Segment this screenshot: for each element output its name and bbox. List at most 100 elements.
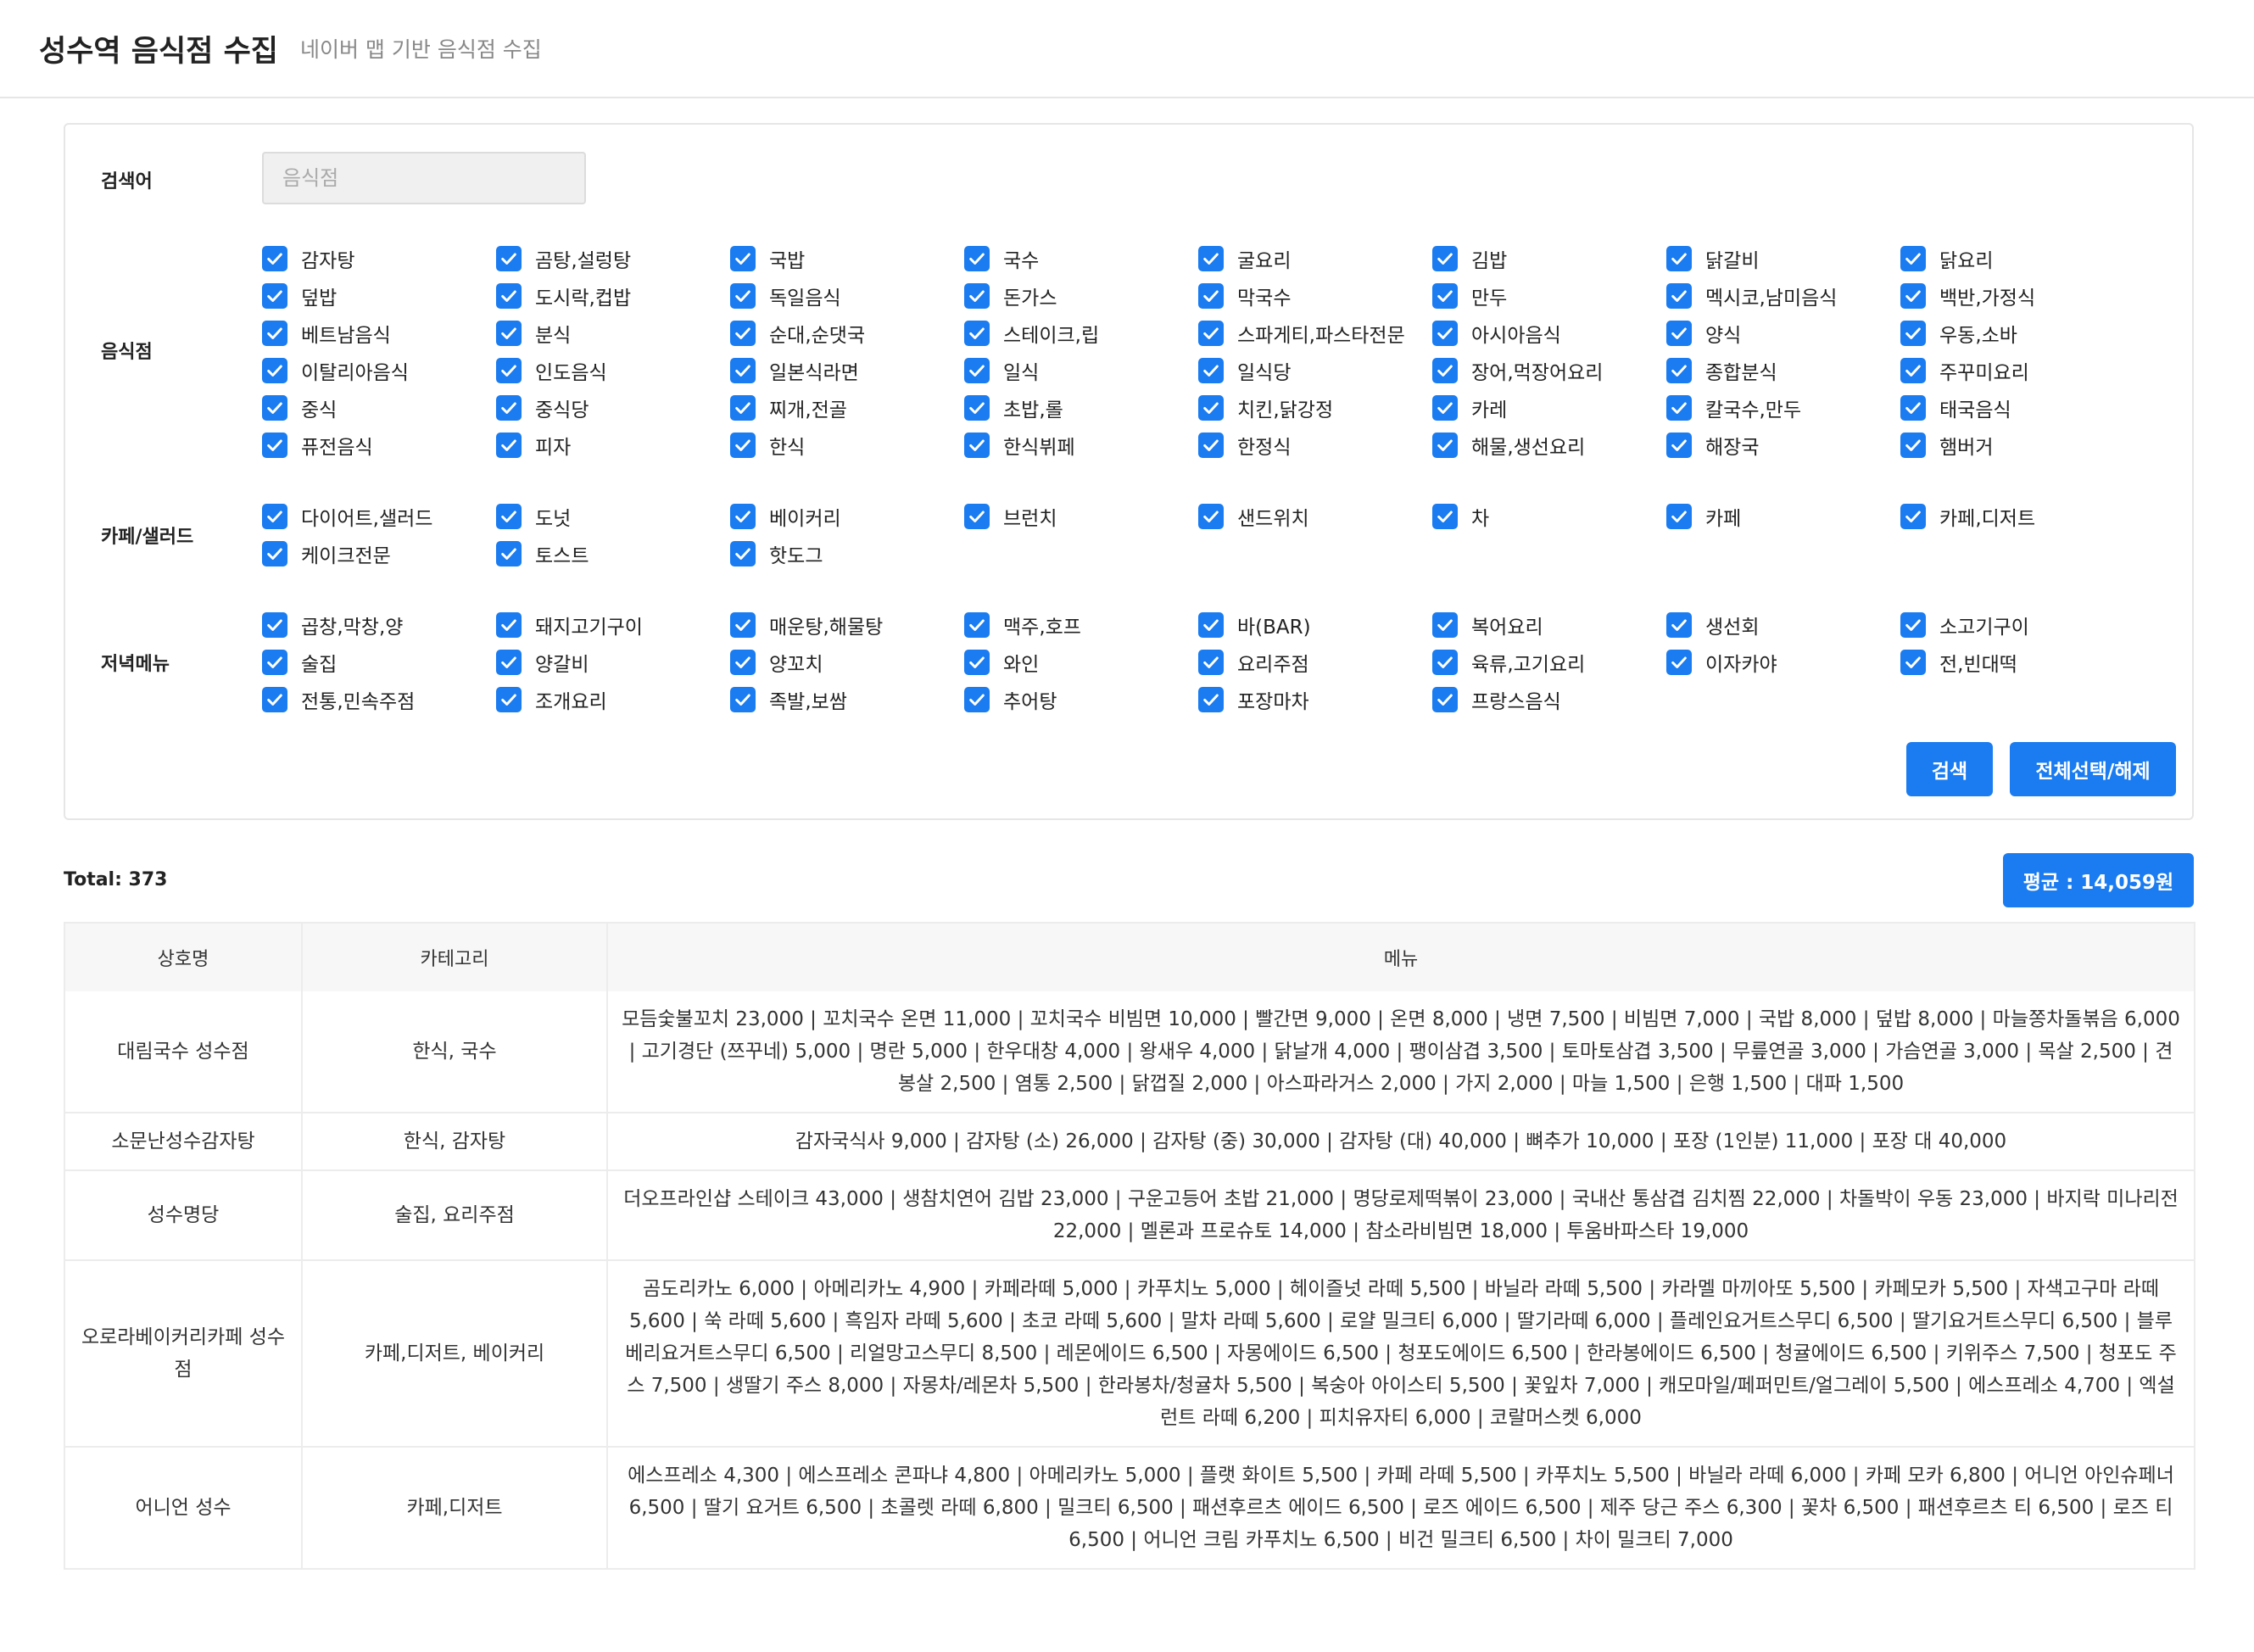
checkbox-item[interactable]: 스파게티,파스타전문 <box>1198 315 1432 352</box>
checkbox-item[interactable]: 와인 <box>964 644 1198 681</box>
checkbox-item[interactable]: 닭요리 <box>1900 240 2134 277</box>
checkbox-checked-icon[interactable] <box>262 650 287 675</box>
checkbox-checked-icon[interactable] <box>496 395 522 421</box>
checkbox-item[interactable]: 곱창,막창,양 <box>262 606 496 644</box>
checkbox-item[interactable]: 다이어트,샐러드 <box>262 498 496 535</box>
checkbox-item[interactable]: 전,빈대떡 <box>1900 644 2134 681</box>
checkbox-checked-icon[interactable] <box>1666 283 1692 309</box>
checkbox-checked-icon[interactable] <box>730 433 756 458</box>
checkbox-item[interactable]: 칼국수,만두 <box>1666 389 1900 427</box>
checkbox-item[interactable]: 핫도그 <box>730 535 964 572</box>
checkbox-item[interactable]: 추어탕 <box>964 681 1198 718</box>
checkbox-checked-icon[interactable] <box>1666 612 1692 638</box>
checkbox-checked-icon[interactable] <box>730 541 756 566</box>
checkbox-checked-icon[interactable] <box>1666 433 1692 458</box>
checkbox-checked-icon[interactable] <box>262 283 287 309</box>
checkbox-checked-icon[interactable] <box>262 612 287 638</box>
checkbox-item[interactable]: 덮밥 <box>262 277 496 315</box>
checkbox-checked-icon[interactable] <box>496 504 522 529</box>
checkbox-item[interactable]: 샌드위치 <box>1198 498 1432 535</box>
checkbox-item[interactable]: 초밥,롤 <box>964 389 1198 427</box>
checkbox-checked-icon[interactable] <box>1900 650 1926 675</box>
checkbox-checked-icon[interactable] <box>262 321 287 346</box>
checkbox-checked-icon[interactable] <box>1900 321 1926 346</box>
toggle-all-button[interactable]: 전체선택/해제 <box>2010 742 2176 796</box>
checkbox-item[interactable]: 장어,먹장어요리 <box>1432 352 1666 389</box>
checkbox-checked-icon[interactable] <box>1432 612 1458 638</box>
checkbox-checked-icon[interactable] <box>262 358 287 383</box>
checkbox-checked-icon[interactable] <box>964 433 990 458</box>
checkbox-item[interactable]: 일식 <box>964 352 1198 389</box>
checkbox-item[interactable]: 매운탕,해물탕 <box>730 606 964 644</box>
checkbox-item[interactable]: 양식 <box>1666 315 1900 352</box>
checkbox-checked-icon[interactable] <box>1900 433 1926 458</box>
checkbox-checked-icon[interactable] <box>1432 504 1458 529</box>
checkbox-item[interactable]: 우동,소바 <box>1900 315 2134 352</box>
checkbox-checked-icon[interactable] <box>1198 246 1224 271</box>
checkbox-item[interactable]: 술집 <box>262 644 496 681</box>
checkbox-item[interactable]: 스테이크,립 <box>964 315 1198 352</box>
checkbox-checked-icon[interactable] <box>496 321 522 346</box>
checkbox-item[interactable]: 양꼬치 <box>730 644 964 681</box>
checkbox-checked-icon[interactable] <box>1432 395 1458 421</box>
checkbox-item[interactable]: 분식 <box>496 315 730 352</box>
checkbox-item[interactable]: 바(BAR) <box>1198 606 1432 644</box>
checkbox-checked-icon[interactable] <box>496 650 522 675</box>
checkbox-checked-icon[interactable] <box>1198 321 1224 346</box>
checkbox-checked-icon[interactable] <box>730 358 756 383</box>
checkbox-checked-icon[interactable] <box>262 395 287 421</box>
checkbox-checked-icon[interactable] <box>496 246 522 271</box>
checkbox-checked-icon[interactable] <box>964 504 990 529</box>
checkbox-checked-icon[interactable] <box>496 541 522 566</box>
checkbox-checked-icon[interactable] <box>496 283 522 309</box>
checkbox-item[interactable]: 도시락,컵밥 <box>496 277 730 315</box>
checkbox-item[interactable]: 곰탕,설렁탕 <box>496 240 730 277</box>
checkbox-checked-icon[interactable] <box>262 504 287 529</box>
checkbox-item[interactable]: 만두 <box>1432 277 1666 315</box>
checkbox-item[interactable]: 치킨,닭강정 <box>1198 389 1432 427</box>
checkbox-checked-icon[interactable] <box>1198 650 1224 675</box>
checkbox-checked-icon[interactable] <box>496 687 522 712</box>
checkbox-item[interactable]: 주꾸미요리 <box>1900 352 2134 389</box>
checkbox-checked-icon[interactable] <box>730 246 756 271</box>
checkbox-item[interactable]: 한식 <box>730 427 964 464</box>
checkbox-checked-icon[interactable] <box>1900 612 1926 638</box>
checkbox-item[interactable]: 피자 <box>496 427 730 464</box>
checkbox-checked-icon[interactable] <box>1666 358 1692 383</box>
checkbox-checked-icon[interactable] <box>730 687 756 712</box>
checkbox-checked-icon[interactable] <box>1432 650 1458 675</box>
checkbox-checked-icon[interactable] <box>964 246 990 271</box>
checkbox-item[interactable]: 프랑스음식 <box>1432 681 1666 718</box>
checkbox-item[interactable]: 돼지고기구이 <box>496 606 730 644</box>
checkbox-item[interactable]: 맥주,호프 <box>964 606 1198 644</box>
checkbox-item[interactable]: 돈가스 <box>964 277 1198 315</box>
checkbox-checked-icon[interactable] <box>1432 687 1458 712</box>
checkbox-item[interactable]: 중식당 <box>496 389 730 427</box>
checkbox-item[interactable]: 퓨전음식 <box>262 427 496 464</box>
checkbox-item[interactable]: 종합분식 <box>1666 352 1900 389</box>
checkbox-item[interactable]: 국밥 <box>730 240 964 277</box>
checkbox-item[interactable]: 막국수 <box>1198 277 1432 315</box>
checkbox-checked-icon[interactable] <box>730 283 756 309</box>
checkbox-checked-icon[interactable] <box>262 246 287 271</box>
checkbox-item[interactable]: 국수 <box>964 240 1198 277</box>
checkbox-checked-icon[interactable] <box>730 612 756 638</box>
checkbox-item[interactable]: 베트남음식 <box>262 315 496 352</box>
checkbox-checked-icon[interactable] <box>1198 612 1224 638</box>
checkbox-item[interactable]: 요리주점 <box>1198 644 1432 681</box>
checkbox-checked-icon[interactable] <box>1900 504 1926 529</box>
checkbox-item[interactable]: 아시아음식 <box>1432 315 1666 352</box>
checkbox-item[interactable]: 김밥 <box>1432 240 1666 277</box>
checkbox-item[interactable]: 브런치 <box>964 498 1198 535</box>
checkbox-item[interactable]: 카페,디저트 <box>1900 498 2134 535</box>
checkbox-item[interactable]: 케이크전문 <box>262 535 496 572</box>
checkbox-item[interactable]: 일식당 <box>1198 352 1432 389</box>
checkbox-checked-icon[interactable] <box>1198 504 1224 529</box>
checkbox-item[interactable]: 카페 <box>1666 498 1900 535</box>
checkbox-item[interactable]: 포장마차 <box>1198 681 1432 718</box>
checkbox-checked-icon[interactable] <box>1198 283 1224 309</box>
checkbox-checked-icon[interactable] <box>730 321 756 346</box>
checkbox-item[interactable]: 멕시코,남미음식 <box>1666 277 1900 315</box>
checkbox-checked-icon[interactable] <box>1198 395 1224 421</box>
checkbox-item[interactable]: 굴요리 <box>1198 240 1432 277</box>
